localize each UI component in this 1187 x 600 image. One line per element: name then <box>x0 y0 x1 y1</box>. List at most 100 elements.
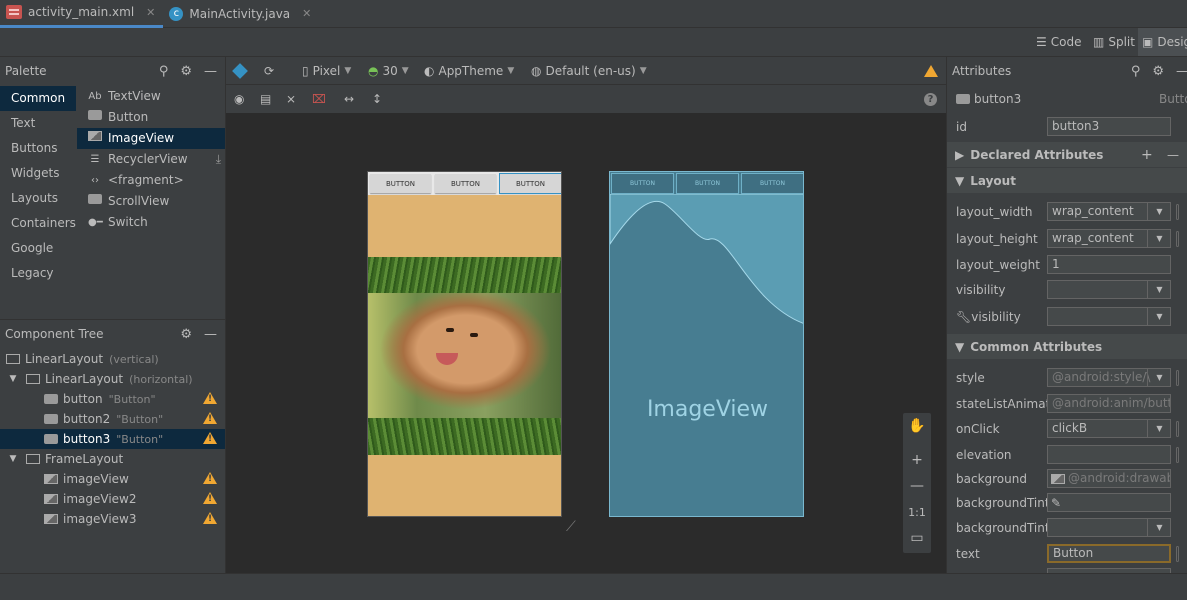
elevation-field[interactable] <box>1047 445 1171 464</box>
expand-triangle-icon[interactable]: ▼ <box>8 374 18 384</box>
device-selector[interactable]: ▯ Pixel ▼ <box>302 57 351 85</box>
category-google[interactable]: Google <box>0 236 76 261</box>
image-icon[interactable] <box>1051 473 1065 484</box>
chevron-down-icon[interactable]: ▼ <box>1147 202 1171 221</box>
orientation-button[interactable]: ⟳ <box>264 57 274 85</box>
tab-activity-main-xml[interactable]: activity_main.xml ✕ <box>0 0 164 28</box>
category-containers[interactable]: Containers <box>0 211 76 236</box>
chevron-down-icon[interactable]: ▼ <box>1147 229 1171 248</box>
horizontal-resize-button[interactable]: ↔ <box>344 85 354 113</box>
zoom-fit-button[interactable]: 1:1 <box>903 499 931 525</box>
text-field[interactable]: Button <box>1047 544 1171 563</box>
tree-node-imageview[interactable]: imageView <box>0 469 225 489</box>
download-icon[interactable]: ⤓ <box>216 149 221 170</box>
common-attributes-section[interactable]: ▼ Common Attributes <box>947 334 1187 359</box>
view-options-button[interactable]: ◉ <box>234 85 244 113</box>
preview-button[interactable]: BUTTON <box>370 174 431 193</box>
tree-node-button[interactable]: button "Button" <box>0 389 225 409</box>
zoom-out-icon[interactable]: — <box>903 473 931 499</box>
category-layouts[interactable]: Layouts <box>0 186 76 211</box>
palette-item-fragment[interactable]: ‹› <fragment> <box>77 170 225 191</box>
declared-attributes-section[interactable]: ▶ Declared Attributes + — <box>947 142 1187 167</box>
chevron-down-icon[interactable]: ▼ <box>1147 307 1171 326</box>
state-list-animator-field[interactable]: @android:anim/buttor <box>1047 394 1171 413</box>
design-preview[interactable]: BUTTON BUTTON BUTTON <box>367 171 562 517</box>
warning-icon[interactable] <box>203 392 217 404</box>
search-icon[interactable]: ⚲ <box>1131 64 1141 79</box>
warning-icon[interactable] <box>203 512 217 524</box>
close-tab-icon[interactable]: ✕ <box>302 7 311 20</box>
design-canvas[interactable] <box>226 113 946 573</box>
palette-item-textview[interactable]: Ab TextView <box>77 86 225 107</box>
pan-hand-icon[interactable]: ✋ <box>903 413 931 439</box>
palette-item-button[interactable]: Button <box>77 107 225 128</box>
tree-node-framelayout[interactable]: ▼ FrameLayout <box>0 449 225 469</box>
blueprint-preview[interactable]: BUTTON BUTTON BUTTON ImageView <box>609 171 804 517</box>
tree-node-imageview3[interactable]: imageView3 <box>0 509 225 529</box>
design-surface-button[interactable] <box>232 57 248 85</box>
minimize-icon[interactable]: — <box>1176 64 1187 79</box>
layout-section[interactable]: ▼ Layout <box>947 168 1187 193</box>
split-view-button[interactable]: ▥ Split <box>1089 28 1139 56</box>
eyedropper-icon[interactable]: ✎ <box>1051 496 1061 510</box>
minimize-icon[interactable]: — <box>204 64 217 79</box>
palette-item-scrollview[interactable]: ScrollView <box>77 191 225 212</box>
gear-icon[interactable]: ⚙ <box>180 64 192 79</box>
layout-weight-field[interactable]: 1 <box>1047 255 1171 274</box>
tab-main-activity-java[interactable]: c MainActivity.java ✕ <box>163 0 319 28</box>
zoom-screen-icon[interactable]: ▭ <box>903 525 931 551</box>
clear-constraints-button[interactable]: ⌧ <box>312 85 326 113</box>
tree-node-button2[interactable]: button2 "Button" <box>0 409 225 429</box>
help-button[interactable]: ? <box>924 85 937 113</box>
remove-icon[interactable]: — <box>1167 148 1179 162</box>
id-field[interactable]: button3 <box>1047 117 1171 136</box>
zoom-in-icon[interactable]: + <box>903 447 931 473</box>
chevron-down-icon[interactable]: ▼ <box>1147 280 1171 299</box>
api-level-selector[interactable]: ◓ 30 ▼ <box>368 57 409 85</box>
warning-icon[interactable] <box>203 492 217 504</box>
tree-node-button3[interactable]: button3 "Button" <box>0 429 225 449</box>
palette-item-switch[interactable]: ●━ Switch <box>77 212 225 233</box>
code-view-button[interactable]: ☰ Code <box>1032 28 1086 56</box>
expand-triangle-icon[interactable]: ▼ <box>8 454 18 464</box>
grass-image-2[interactable] <box>368 418 561 455</box>
theme-selector[interactable]: ◐ AppTheme ▼ <box>424 57 514 85</box>
chevron-down-icon[interactable]: ▼ <box>1147 419 1171 438</box>
palette-item-imageview[interactable]: ImageView <box>77 128 225 149</box>
gear-icon[interactable]: ⚙ <box>180 327 192 342</box>
palette-item-recyclerview[interactable]: ☰ RecyclerView ⤓ <box>77 149 225 170</box>
category-widgets[interactable]: Widgets <box>0 161 76 186</box>
blueprint-button2[interactable]: BUTTON <box>676 173 739 194</box>
tree-node-imageview2[interactable]: imageView2 <box>0 489 225 509</box>
tree-node-linearlayout-vertical[interactable]: LinearLayout (vertical) <box>0 349 225 369</box>
design-view-button[interactable]: ▣ Desig <box>1138 28 1187 56</box>
warning-icon[interactable] <box>203 412 217 424</box>
add-icon[interactable]: + <box>1141 147 1153 163</box>
close-tab-icon[interactable]: ✕ <box>146 6 155 19</box>
autoconnect-button[interactable]: ⨯ <box>286 85 296 113</box>
locale-selector[interactable]: ◍ Default (en-us) ▼ <box>531 57 647 85</box>
guidelines-button[interactable]: ▤ <box>260 85 271 113</box>
resize-handle-icon[interactable]: ⟋ <box>566 519 576 535</box>
background-field[interactable]: @android:drawable <box>1047 469 1171 488</box>
gear-icon[interactable]: ⚙ <box>1152 64 1164 79</box>
grass-image[interactable] <box>368 257 561 293</box>
preview-button2[interactable]: BUTTON <box>435 174 496 193</box>
search-icon[interactable]: ⚲ <box>159 64 169 79</box>
background-tint-field[interactable] <box>1047 493 1171 512</box>
dog-photo-image[interactable] <box>368 293 561 418</box>
chevron-down-icon[interactable]: ▼ <box>1147 518 1171 537</box>
chevron-down-icon[interactable]: ▼ <box>1147 368 1171 387</box>
warning-icon[interactable] <box>203 472 217 484</box>
category-common[interactable]: Common <box>0 86 76 111</box>
category-legacy[interactable]: Legacy <box>0 261 76 286</box>
issues-warning-button[interactable] <box>924 57 938 85</box>
warning-icon[interactable] <box>203 432 217 444</box>
preview-button3[interactable]: BUTTON <box>499 173 561 194</box>
vertical-resize-button[interactable]: ↕ <box>372 85 382 113</box>
tree-node-linearlayout-horizontal[interactable]: ▼ LinearLayout (horizontal) <box>0 369 225 389</box>
minimize-icon[interactable]: — <box>204 327 217 342</box>
category-buttons[interactable]: Buttons <box>0 136 76 161</box>
blueprint-button3[interactable]: BUTTON <box>741 173 803 194</box>
blueprint-button[interactable]: BUTTON <box>611 173 674 194</box>
